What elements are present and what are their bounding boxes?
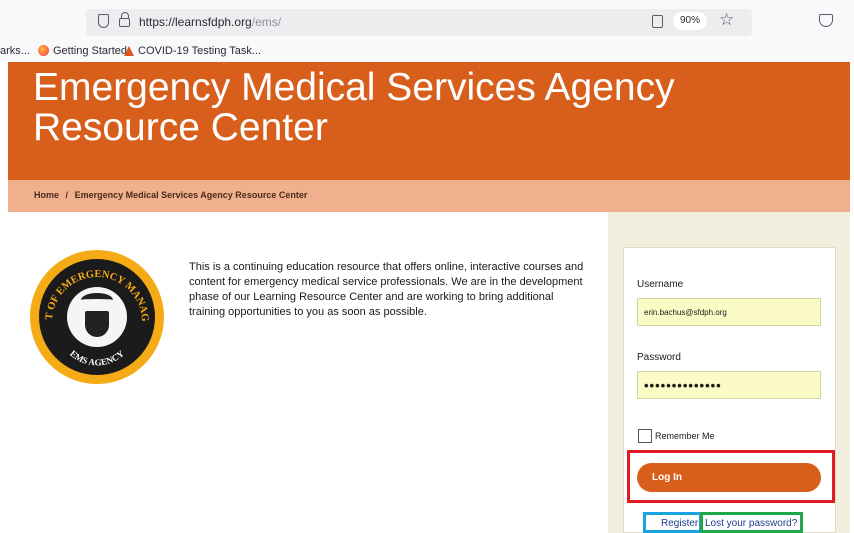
seal-top-text: S.F. DEPT OF EMERGENCY MANAGEMENT bbox=[30, 250, 150, 322]
hero-banner: Emergency Medical Services Agency Resour… bbox=[8, 62, 850, 180]
intro-paragraph: This is a continuing education resource … bbox=[189, 261, 584, 318]
reader-view-icon[interactable] bbox=[652, 15, 663, 28]
breadcrumb: Home / Emergency Medical Services Agency… bbox=[34, 190, 311, 200]
cone-icon bbox=[124, 46, 134, 56]
lost-password-link[interactable]: Lost your password? bbox=[705, 518, 797, 529]
page-title: Emergency Medical Services Agency Resour… bbox=[33, 66, 675, 149]
firefox-icon bbox=[38, 45, 49, 56]
username-input[interactable] bbox=[637, 298, 821, 326]
address-bar[interactable]: https://learnsfdph.org/ems/ 90% ☆ bbox=[86, 9, 752, 36]
ems-agency-seal-logo: S.F. DEPT OF EMERGENCY MANAGEMENT EMS AG… bbox=[30, 250, 164, 384]
login-button[interactable]: Log In bbox=[637, 463, 821, 492]
breadcrumb-home-link[interactable]: Home bbox=[34, 190, 59, 200]
breadcrumb-separator: / bbox=[65, 190, 69, 200]
password-input[interactable] bbox=[637, 371, 821, 399]
breadcrumb-current: Emergency Medical Services Agency Resour… bbox=[74, 190, 308, 200]
bookmark-item-other[interactable]: arks... bbox=[0, 45, 30, 57]
register-link[interactable]: Register bbox=[661, 518, 698, 529]
password-label: Password bbox=[637, 352, 681, 363]
zoom-level-badge[interactable]: 90% bbox=[673, 12, 708, 30]
tracking-protection-icon[interactable] bbox=[98, 14, 109, 28]
breadcrumb-bar: Home / Emergency Medical Services Agency… bbox=[8, 180, 850, 212]
bookmarks-bar: arks... Getting Started COVID-19 Testing… bbox=[0, 40, 854, 62]
url-text[interactable]: https://learnsfdph.org/ems/ bbox=[139, 15, 281, 29]
bookmark-item-covid-testing[interactable]: COVID-19 Testing Task... bbox=[124, 45, 261, 57]
remember-me-label[interactable]: Remember Me bbox=[655, 431, 715, 441]
seal-bottom-text: EMS AGENCY bbox=[68, 348, 126, 368]
seal-lettering: S.F. DEPT OF EMERGENCY MANAGEMENT EMS AG… bbox=[30, 250, 150, 368]
svg-text:EMS AGENCY: EMS AGENCY bbox=[68, 348, 126, 368]
pocket-icon[interactable] bbox=[819, 14, 833, 27]
svg-text:S.F. DEPT OF EMERGENCY MANAGEM: S.F. DEPT OF EMERGENCY MANAGEMENT bbox=[30, 250, 150, 322]
username-label: Username bbox=[637, 279, 684, 290]
bookmark-star-icon[interactable]: ☆ bbox=[719, 10, 734, 30]
browser-toolbar: https://learnsfdph.org/ems/ 90% ☆ bbox=[0, 0, 854, 40]
lock-icon[interactable] bbox=[119, 12, 130, 27]
bookmark-item-getting-started[interactable]: Getting Started bbox=[38, 45, 127, 57]
remember-me-checkbox[interactable] bbox=[638, 429, 652, 443]
